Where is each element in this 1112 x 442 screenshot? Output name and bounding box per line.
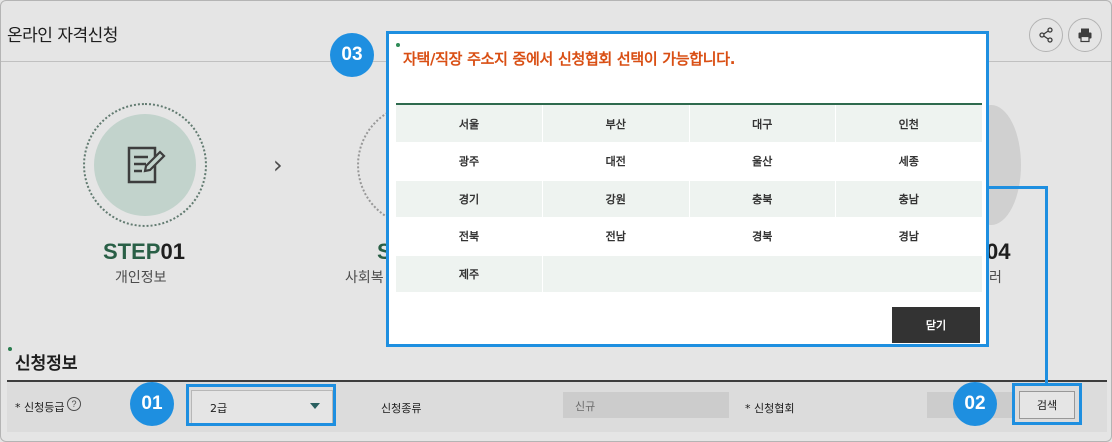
region-cell[interactable]: 서울 (396, 105, 543, 143)
callout-connector (989, 186, 1048, 189)
region-cell[interactable]: 부산 (542, 105, 690, 143)
region-cell[interactable]: 대구 (689, 105, 836, 143)
region-cell[interactable]: 충남 (835, 180, 983, 218)
region-cell[interactable]: 인천 (835, 105, 983, 143)
empty-cell (542, 255, 983, 293)
region-cell[interactable]: 강원 (542, 180, 690, 218)
modal-bullet (396, 43, 400, 47)
region-cell[interactable]: 울산 (689, 142, 836, 181)
region-cell[interactable]: 전남 (542, 217, 690, 256)
region-cell[interactable]: 경남 (835, 217, 983, 256)
region-cell[interactable]: 세종 (835, 142, 983, 181)
highlight-search-button (1012, 383, 1082, 425)
region-cell[interactable]: 대전 (542, 142, 690, 181)
region-cell[interactable]: 경기 (396, 180, 543, 218)
region-cell[interactable]: 충북 (689, 180, 836, 218)
region-cell[interactable]: 경북 (689, 217, 836, 256)
region-cell[interactable]: 전북 (396, 217, 543, 256)
callout-badge-03: 03 (330, 33, 374, 77)
region-cell[interactable]: 광주 (396, 142, 543, 181)
close-button[interactable]: 닫기 (892, 307, 980, 343)
callout-badge-01: 01 (130, 382, 174, 426)
callout-badge-02: 02 (953, 382, 997, 426)
modal-title: 자택/직장 주소지 중에서 신청협회 선택이 가능합니다. (403, 50, 736, 68)
region-select-modal: 자택/직장 주소지 중에서 신청협회 선택이 가능합니다. 서울 부산 대구 인… (386, 31, 989, 347)
highlight-grade-select (186, 384, 336, 426)
callout-connector-vertical (1045, 186, 1048, 384)
region-table: 서울 부산 대구 인천 광주 대전 울산 세종 경기 강원 충북 충남 전북 전… (396, 105, 983, 293)
region-cell[interactable]: 제주 (396, 255, 543, 293)
